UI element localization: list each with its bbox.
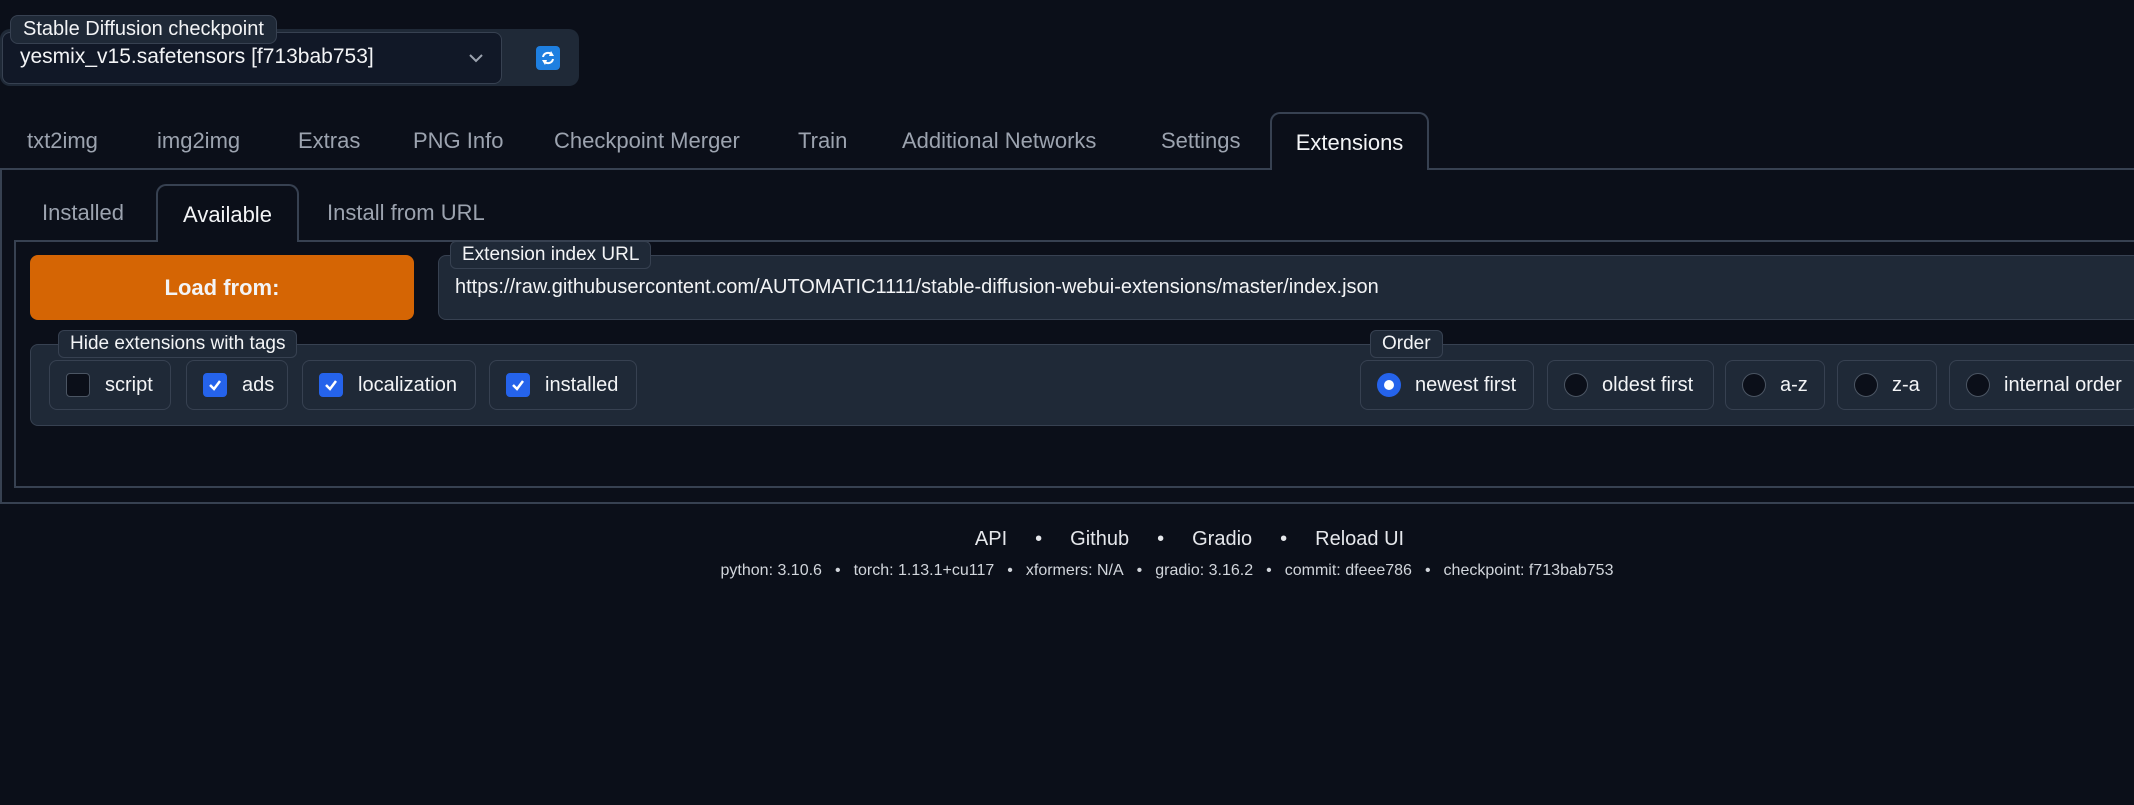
order-radio-a-z[interactable]: a-z: [1725, 360, 1825, 410]
tag-checkbox-localization[interactable]: localization: [302, 360, 476, 410]
tag-label: script: [105, 373, 153, 396]
radio-icon[interactable]: [1742, 373, 1766, 397]
footer-separator: •: [834, 562, 841, 579]
load-from-button[interactable]: Load from:: [30, 255, 414, 320]
checkpoint-label: Stable Diffusion checkpoint: [10, 15, 277, 44]
chevron-down-icon[interactable]: [466, 48, 486, 68]
footer-separator: •: [1007, 562, 1013, 579]
tab-txt2img[interactable]: txt2img: [27, 112, 98, 170]
order-radio-internal-order[interactable]: internal order: [1949, 360, 2134, 410]
checkmark-icon[interactable]: [319, 373, 343, 397]
order-label-text: oldest first: [1602, 373, 1694, 396]
tag-label: ads: [242, 373, 275, 396]
tab-extensions[interactable]: Extensions: [1270, 112, 1429, 170]
refresh-icon: [542, 51, 554, 65]
version-commit: commit: dfeee786: [1284, 562, 1412, 579]
version-checkpoint: checkpoint: f713bab753: [1443, 562, 1614, 579]
checkbox-icon[interactable]: [66, 373, 90, 397]
footer-separator: •: [1035, 528, 1043, 550]
tag-label: installed: [545, 373, 619, 396]
subtab-available[interactable]: Available: [156, 184, 299, 242]
tab-settings[interactable]: Settings: [1161, 112, 1241, 170]
footer-link-github[interactable]: Github: [1070, 528, 1129, 551]
tab-additional-networks[interactable]: Additional Networks: [902, 112, 1096, 170]
tab-img2img[interactable]: img2img: [157, 112, 240, 170]
refresh-checkpoint-button[interactable]: [536, 46, 560, 70]
tab-checkpoint-merger[interactable]: Checkpoint Merger: [554, 112, 740, 170]
footer-separator: •: [1136, 562, 1143, 579]
tag-checkbox-ads[interactable]: ads: [186, 360, 288, 410]
footer-link-gradio[interactable]: Gradio: [1192, 528, 1252, 551]
footer-link-api[interactable]: API: [975, 528, 1007, 551]
version-xformers: xformers: N/A: [1025, 562, 1124, 579]
version-torch: torch: 1.13.1+cu117: [853, 562, 995, 579]
extension-index-url-label: Extension index URL: [450, 241, 652, 269]
tab-extras[interactable]: Extras: [298, 112, 360, 170]
order-label-text: a-z: [1780, 373, 1808, 396]
footer-version-info: python: 3.10.6 • torch: 1.13.1+cu117 • x…: [0, 562, 2134, 580]
tab-train[interactable]: Train: [798, 112, 847, 170]
order-radio-newest-first[interactable]: newest first: [1360, 360, 1534, 410]
footer-link-reload-ui[interactable]: Reload UI: [1315, 528, 1404, 551]
version-python: python: 3.10.6: [720, 562, 822, 579]
order-label-text: newest first: [1415, 373, 1517, 396]
radio-icon[interactable]: [1564, 373, 1588, 397]
order-label-text: z-a: [1892, 373, 1920, 396]
footer-separator: •: [1157, 528, 1165, 550]
footer-separator: •: [1280, 528, 1288, 550]
radio-selected-icon[interactable]: [1377, 373, 1401, 397]
tag-checkbox-installed[interactable]: installed: [489, 360, 637, 410]
tag-label: localization: [358, 373, 457, 396]
version-gradio: gradio: 3.16.2: [1155, 562, 1254, 579]
order-label: Order: [1370, 330, 1443, 358]
extension-index-url-input[interactable]: https://raw.githubusercontent.com/AUTOMA…: [438, 255, 2134, 320]
tab-png-info[interactable]: PNG Info: [413, 112, 503, 170]
checkmark-icon[interactable]: [506, 373, 530, 397]
footer-separator: •: [1424, 562, 1431, 579]
tag-checkbox-script[interactable]: script: [49, 360, 171, 410]
order-label-text: internal order: [2004, 373, 2122, 396]
order-radio-z-a[interactable]: z-a: [1837, 360, 1937, 410]
radio-icon[interactable]: [1854, 373, 1878, 397]
footer-separator: •: [1266, 562, 1272, 579]
hide-tags-label: Hide extensions with tags: [58, 330, 298, 358]
radio-icon[interactable]: [1966, 373, 1990, 397]
footer-links: API • Github • Gradio • Reload UI: [0, 528, 2134, 551]
checkmark-icon[interactable]: [203, 373, 227, 397]
order-radio-oldest-first[interactable]: oldest first: [1547, 360, 1714, 410]
